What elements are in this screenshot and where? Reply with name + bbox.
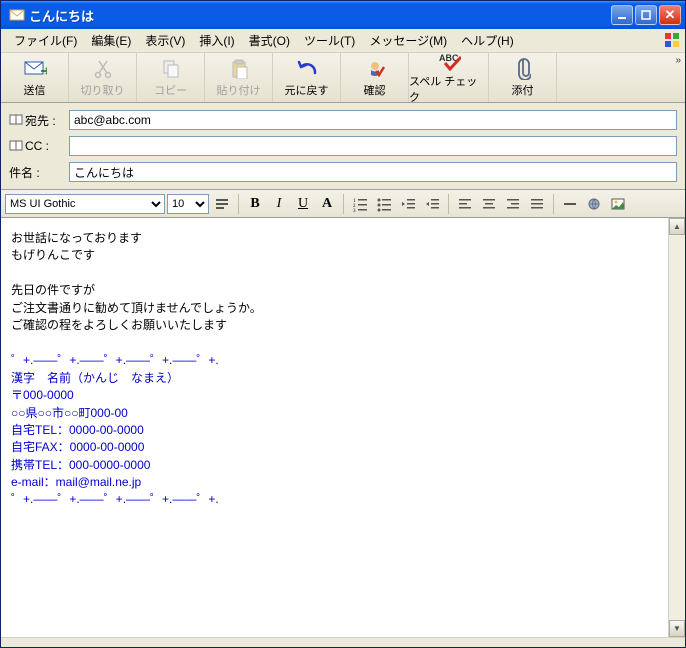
editor-wrap: お世話になっております もげりんこです 先日の件ですが ご注文書通りに勧めて頂け… [1, 218, 685, 637]
cut-label: 切り取り [81, 82, 125, 98]
font-size-select[interactable]: 10 [167, 194, 209, 214]
spell-button[interactable]: ABC スペル チェック [409, 53, 489, 102]
link-button[interactable] [583, 193, 605, 215]
separator [343, 194, 344, 214]
copy-label: コピー [154, 82, 187, 98]
status-bar [1, 637, 685, 647]
format-toolbar: MS UI Gothic 10 B I U A 123 [1, 190, 685, 218]
spell-icon: ABC [437, 51, 461, 71]
book-icon [9, 140, 23, 152]
cc-label-text: CC : [25, 139, 49, 153]
scroll-down-button[interactable]: ▼ [669, 620, 685, 637]
outdent-button[interactable] [397, 193, 419, 215]
attach-button[interactable]: 添付 [489, 53, 557, 102]
attach-label: 添付 [512, 82, 534, 98]
menu-file[interactable]: ファイル(F) [7, 30, 84, 51]
app-icon [9, 7, 25, 23]
italic-button[interactable]: I [268, 193, 290, 215]
align-justify-button[interactable] [526, 193, 548, 215]
hr-button[interactable] [559, 193, 581, 215]
paste-button[interactable]: 貼り付け [205, 53, 273, 102]
minimize-button[interactable] [611, 5, 633, 25]
windows-flag-icon [663, 31, 681, 49]
copy-button[interactable]: コピー [137, 53, 205, 102]
cc-label[interactable]: CC : [9, 139, 63, 153]
cut-icon [91, 58, 115, 80]
book-icon [9, 114, 23, 126]
cut-button[interactable]: 切り取り [69, 53, 137, 102]
bold-button[interactable]: B [244, 193, 266, 215]
menu-bar: ファイル(F) 編集(E) 表示(V) 挿入(I) 書式(O) ツール(T) メ… [1, 29, 685, 53]
window-title: こんにちは [29, 6, 611, 25]
spell-label: スペル チェック [409, 73, 488, 105]
menu-edit[interactable]: 編集(E) [84, 30, 138, 51]
separator [448, 194, 449, 214]
undo-icon [295, 58, 319, 80]
attach-icon [511, 58, 535, 80]
bullet-list-button[interactable] [373, 193, 395, 215]
to-label[interactable]: 宛先 : [9, 112, 63, 129]
menu-view[interactable]: 表示(V) [138, 30, 192, 51]
subject-label: 件名 : [9, 164, 63, 181]
check-icon [363, 58, 387, 80]
check-label: 確認 [364, 82, 386, 98]
subject-input[interactable] [69, 162, 677, 182]
undo-label: 元に戻す [285, 82, 329, 98]
scroll-up-button[interactable]: ▲ [669, 218, 685, 235]
cc-row: CC : [9, 135, 677, 157]
font-name-select[interactable]: MS UI Gothic [5, 194, 165, 214]
align-left-button[interactable] [454, 193, 476, 215]
vertical-scrollbar[interactable]: ▲ ▼ [668, 218, 685, 637]
subject-row: 件名 : [9, 161, 677, 183]
compose-window: こんにちは ✕ ファイル(F) 編集(E) 表示(V) 挿入(I) 書式(O) … [0, 0, 686, 648]
separator [238, 194, 239, 214]
title-bar[interactable]: こんにちは ✕ [1, 1, 685, 29]
message-body-editor[interactable]: お世話になっております もげりんこです 先日の件ですが ご注文書通りに勧めて頂け… [1, 218, 668, 637]
align-center-button[interactable] [478, 193, 500, 215]
send-button[interactable]: 送信 [1, 53, 69, 102]
separator [553, 194, 554, 214]
underline-button[interactable]: U [292, 193, 314, 215]
menu-message[interactable]: メッセージ(M) [362, 30, 454, 51]
number-list-button[interactable]: 123 [349, 193, 371, 215]
signature-text: ゜+.――゜+.――゜+.――゜+.――゜+. 漢字 名前（かんじ なまえ） 〒… [11, 352, 658, 509]
body-text: お世話になっております もげりんこです 先日の件ですが ご注文書通りに勧めて頂け… [11, 230, 658, 334]
menu-tools[interactable]: ツール(T) [297, 30, 362, 51]
cc-input[interactable] [69, 136, 677, 156]
image-button[interactable] [607, 193, 629, 215]
scroll-track[interactable] [669, 235, 685, 620]
font-color-button[interactable]: A [316, 193, 338, 215]
check-button[interactable]: 確認 [341, 53, 409, 102]
to-input[interactable] [69, 110, 677, 130]
maximize-button[interactable] [635, 5, 657, 25]
paste-label: 貼り付け [217, 82, 261, 98]
copy-icon [159, 58, 183, 80]
to-row: 宛先 : [9, 109, 677, 131]
main-toolbar: 送信 切り取り コピー 貼り付け 元に戻す 確認 ABC スペル チェック 添付 [1, 53, 685, 103]
menu-format[interactable]: 書式(O) [242, 30, 297, 51]
menu-help[interactable]: ヘルプ(H) [454, 30, 521, 51]
align-right-button[interactable] [502, 193, 524, 215]
message-headers: 宛先 : CC : 件名 : [1, 103, 685, 190]
indent-button[interactable] [421, 193, 443, 215]
svg-text:3: 3 [353, 209, 356, 212]
undo-button[interactable]: 元に戻す [273, 53, 341, 102]
send-icon [23, 58, 47, 80]
window-buttons: ✕ [611, 5, 681, 25]
send-label: 送信 [24, 82, 46, 98]
menu-insert[interactable]: 挿入(I) [192, 30, 241, 51]
to-label-text: 宛先 : [25, 112, 56, 129]
close-button[interactable]: ✕ [659, 5, 681, 25]
paste-icon [227, 58, 251, 80]
toolbar-overflow-icon[interactable]: » [675, 55, 681, 66]
paragraph-style-button[interactable] [211, 193, 233, 215]
